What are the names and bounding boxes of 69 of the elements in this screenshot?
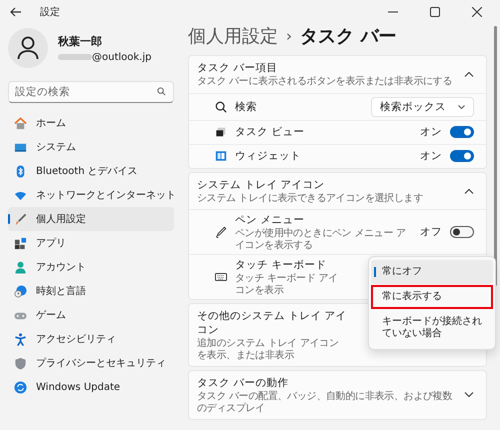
chevron-up-icon[interactable] <box>464 188 474 194</box>
breadcrumb-separator: › <box>286 27 292 45</box>
search-field[interactable]: 設定の検索 <box>8 81 174 103</box>
dropdown[interactable]: 検索ボックス <box>371 96 474 116</box>
nav-item[interactable]: ネットワークとインターネット <box>8 183 174 207</box>
toggle-switch[interactable] <box>450 150 474 162</box>
breadcrumb-parent[interactable]: 個人用設定 <box>188 24 278 48</box>
nav-item[interactable]: アカウント <box>8 255 174 279</box>
search-icon <box>157 87 166 96</box>
page-title: タスク バー <box>300 25 396 48</box>
close-icon[interactable] <box>472 7 482 17</box>
window-title: 設定 <box>40 6 60 19</box>
brush-icon <box>14 212 27 226</box>
sync-icon <box>14 380 27 394</box>
shield-icon <box>14 356 27 370</box>
setting-label: タッチ キーボード <box>235 258 328 272</box>
user-email: @outlook.jp <box>92 52 152 62</box>
chevron-down-icon[interactable] <box>464 392 474 398</box>
section-title: タスク バー項目 <box>197 61 278 75</box>
back-icon[interactable] <box>10 7 22 17</box>
pen-icon <box>215 226 227 238</box>
setting-label: 検索 <box>235 100 258 114</box>
scrollbar[interactable] <box>494 26 497 286</box>
globe-clock-icon <box>14 284 27 298</box>
maximize-icon[interactable] <box>430 7 440 17</box>
nav-item[interactable]: アプリ <box>8 231 174 255</box>
nav-item[interactable]: ホーム <box>8 111 174 135</box>
nav-item[interactable]: 時刻と言語 <box>8 279 174 303</box>
toggle-state: オン <box>420 149 442 163</box>
nav-item[interactable]: Windows Update <box>8 375 174 399</box>
widget-icon <box>215 150 227 162</box>
house-icon <box>14 116 27 130</box>
keyboard-icon <box>215 271 227 283</box>
nav-item[interactable]: システム <box>8 135 174 159</box>
toggle-state: オン <box>420 125 442 139</box>
accessibility-icon <box>14 332 27 346</box>
user-name: 秋葉一郎 <box>58 34 103 48</box>
section-title: その他のシステム トレイ アイコン <box>197 309 347 337</box>
toggle-switch[interactable] <box>450 126 474 138</box>
search-icon <box>215 100 227 112</box>
section-description: システム トレイに表示できるアイコンを選択します <box>197 192 424 204</box>
menu-option[interactable]: 常に表示する <box>371 285 493 309</box>
section-description: タスク バーの配置、バッジ、自動的に非表示、および複数のディスプレイ <box>197 391 454 414</box>
chevron-up-icon[interactable] <box>464 71 474 78</box>
section-description: 追加のシステム トレイ アイコンを表示、または非表示 <box>197 338 340 361</box>
person-icon <box>14 260 27 274</box>
chevron-down-icon <box>458 104 465 108</box>
apps-icon <box>14 236 27 250</box>
task-view-icon <box>215 126 227 138</box>
nav-item[interactable]: アクセシビリティ <box>8 327 174 351</box>
blurred-text-drawing <box>58 54 92 60</box>
setting-label: ペン メニュー <box>235 213 306 227</box>
menu-option[interactable]: キーボードが接続されていない場合 <box>371 310 493 346</box>
bluetooth-icon <box>14 164 27 178</box>
toggle-switch[interactable] <box>450 226 474 238</box>
section-description: タスク バーに表示されるボタンを表示または非表示にする <box>197 76 454 88</box>
toggle-state: オフ <box>420 225 442 239</box>
nav-item[interactable]: ゲーム <box>8 303 174 327</box>
section-title: システム トレイ アイコン <box>197 178 326 192</box>
nav-item[interactable]: 個人用設定 <box>8 207 174 231</box>
menu-option[interactable]: 常にオフ <box>371 260 493 284</box>
person-icon <box>17 36 39 60</box>
setting-description: タッチ キーボード アイコンを表示 <box>235 273 339 296</box>
setting-label: タスク ビュー <box>235 125 306 139</box>
setting-label: ウィジェット <box>235 149 302 163</box>
setting-description: ペンが使用中のときにペン メニュー アイコンを表示する <box>235 228 407 251</box>
nav-item[interactable]: プライバシーとセキュリティ <box>8 351 174 375</box>
nav-item[interactable]: Bluetooth とデバイス <box>8 159 174 183</box>
section-title: タスク バーの動作 <box>197 376 290 390</box>
